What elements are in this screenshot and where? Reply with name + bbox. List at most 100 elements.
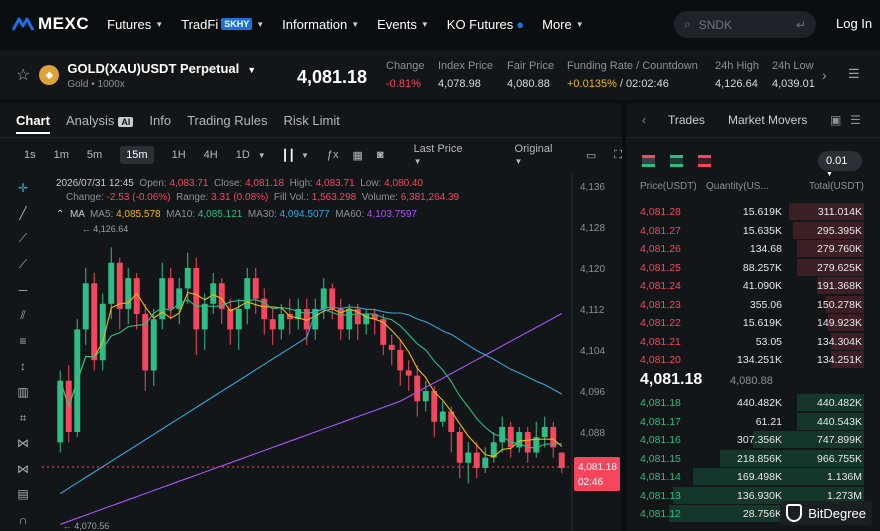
- candle-body: [227, 308, 234, 330]
- candle-body: [482, 457, 489, 468]
- precision-select[interactable]: 0.01 ▼: [818, 151, 862, 178]
- nav-item-ko-futures[interactable]: KO Futures ●: [447, 17, 524, 32]
- interval-4H[interactable]: 4H: [204, 149, 218, 161]
- ma-line-ma10: [59, 299, 562, 449]
- interval-15m[interactable]: 15m: [120, 146, 154, 164]
- ray-line-icon[interactable]: ⟋: [16, 231, 30, 245]
- search-icon: ⌕: [684, 17, 691, 31]
- collapse-icon[interactable]: ⌃: [56, 209, 64, 220]
- orderbook-row[interactable]: 4,081.20 134.251K 134.251K: [626, 351, 880, 369]
- vertical-arrow-icon[interactable]: ↕: [16, 359, 30, 373]
- mexc-logo[interactable]: MEXC: [12, 14, 89, 34]
- row-quantity: 134.68: [749, 243, 782, 255]
- interval-1s[interactable]: 1s: [24, 149, 36, 161]
- panel-icon[interactable]: ▭: [586, 149, 596, 162]
- crosshair-icon[interactable]: ✛: [16, 181, 30, 195]
- ruler-icon[interactable]: ▤: [16, 487, 30, 501]
- top-nav: MEXC Futures ▼ TradFi SKHY ▼ Information ▼ Even…: [0, 0, 880, 48]
- candlestick-chart[interactable]: 4,136 4,128 4,120 4,112 4,104 4,096 4,088 4,081…: [42, 173, 622, 531]
- view-both-icon[interactable]: [642, 155, 655, 167]
- row-quantity: 15.619K: [742, 206, 782, 218]
- interval-1D[interactable]: 1D: [236, 149, 250, 161]
- row-total: 311.014K: [817, 206, 862, 218]
- orderbook-index-price: 4,080.88: [730, 375, 773, 387]
- image-icon[interactable]: ▣: [830, 113, 841, 127]
- chevron-down-icon[interactable]: ▼: [258, 151, 266, 160]
- candle-body: [346, 308, 353, 330]
- stat-value-main: +0.0135%: [567, 78, 617, 90]
- candle-body: [252, 278, 259, 299]
- nav-item-information[interactable]: Information ▼: [282, 17, 359, 32]
- tab-market-movers[interactable]: Market Movers: [728, 113, 807, 127]
- gann-icon[interactable]: ⌗: [16, 411, 30, 425]
- bar-pattern-icon[interactable]: ▥: [16, 385, 30, 399]
- orderbook-row[interactable]: 4,081.18 440.482K 440.482K: [626, 394, 880, 412]
- tab-trading-rules[interactable]: Trading Rules: [187, 113, 267, 128]
- xabcd-icon[interactable]: ⋈: [16, 436, 30, 450]
- search-input[interactable]: ⌕ SNDK ↵: [674, 11, 816, 38]
- orderbook-row[interactable]: 4,081.14 169.498K 1.136M: [626, 468, 880, 486]
- mexc-logo-icon: [12, 17, 34, 31]
- view-asks-icon[interactable]: [698, 155, 711, 167]
- nav-item-tradfi[interactable]: TradFi SKHY ▼: [181, 17, 264, 32]
- nav-item-events[interactable]: Events ▼: [377, 17, 429, 32]
- row-quantity: 134.251K: [737, 354, 782, 366]
- parallel-channel-icon[interactable]: ⫽: [16, 308, 30, 322]
- settings-sliders-icon[interactable]: ☰: [848, 66, 860, 82]
- horizontal-line-icon[interactable]: ─: [16, 283, 30, 297]
- orderbook-row[interactable]: 4,081.15 218.856K 966.755K: [626, 449, 880, 468]
- nav-item-more[interactable]: More ▼: [542, 17, 584, 32]
- tab-analysis[interactable]: Analysis AI: [66, 113, 134, 128]
- price-type-select[interactable]: Last Price ▼: [400, 143, 477, 167]
- high-marker: ← 4,126.64: [82, 224, 129, 234]
- magnet-icon[interactable]: ∩: [16, 513, 30, 527]
- pair-selector[interactable]: GOLD(XAU)USDT Perpetual ▼ Gold • 1000x: [67, 61, 256, 90]
- orderbook-row[interactable]: 4,081.23 355.06 150.278K: [626, 295, 880, 314]
- camera-icon[interactable]: ◙: [377, 149, 384, 161]
- row-quantity: 15.619K: [742, 317, 782, 329]
- row-total: 191.368K: [817, 280, 862, 292]
- view-bids-icon[interactable]: [670, 155, 683, 167]
- orderbook-row[interactable]: 4,081.22 15.619K 149.923K: [626, 314, 880, 332]
- fib-icon[interactable]: ≡: [16, 334, 30, 348]
- candle-body: [516, 432, 523, 448]
- trend-line-icon[interactable]: ╱: [16, 206, 30, 220]
- orderbook-row[interactable]: 4,081.24 41.090K 191.368K: [626, 277, 880, 295]
- tab-risk-limit[interactable]: Risk Limit: [284, 113, 340, 128]
- indicator-icon[interactable]: ƒx: [327, 149, 339, 161]
- chevron-left-icon[interactable]: ‹: [642, 113, 646, 127]
- settings-sliders-icon[interactable]: ☰: [850, 113, 861, 127]
- fullscreen-icon[interactable]: ⛶: [614, 149, 622, 162]
- layout-icon[interactable]: ▦: [353, 149, 363, 162]
- chevron-right-icon[interactable]: ›: [822, 67, 827, 83]
- chevron-down-icon[interactable]: ▼: [301, 151, 309, 160]
- interval-1H[interactable]: 1H: [172, 149, 186, 161]
- candle-body: [278, 314, 285, 330]
- orderbook-row[interactable]: 4,081.27 15.635K 295.395K: [626, 221, 880, 240]
- tab-info[interactable]: Info: [149, 113, 171, 128]
- candle-body: [82, 283, 89, 330]
- orderbook-row[interactable]: 4,081.26 134.68 279.760K: [626, 240, 880, 258]
- view-select[interactable]: Original ▼: [501, 143, 568, 167]
- favorite-star-icon[interactable]: ☆: [16, 65, 30, 85]
- login-button[interactable]: Log In: [836, 16, 872, 31]
- row-price: 4,081.24: [640, 280, 681, 292]
- header-price: Price(USDT): [640, 181, 697, 192]
- candlestick-type-icon[interactable]: ┃┃: [282, 149, 295, 162]
- extended-line-icon[interactable]: ⟋: [16, 257, 30, 271]
- orderbook-row[interactable]: 4,081.25 88.257K 279.625K: [626, 258, 880, 277]
- tab-chart[interactable]: Chart: [16, 113, 50, 134]
- row-price: 4,081.12: [640, 508, 681, 520]
- orderbook-row[interactable]: 4,081.28 15.619K 311.014K: [626, 203, 880, 221]
- stat-value-main: 4,126.64: [715, 78, 758, 90]
- nav-item-futures[interactable]: Futures ▼: [107, 17, 163, 32]
- pair-name: GOLD(XAU)USDT Perpetual: [67, 60, 240, 76]
- interval-1m[interactable]: 1m: [54, 149, 69, 161]
- text-icon[interactable]: ⋈: [16, 462, 30, 476]
- orderbook-row[interactable]: 4,081.17 61.21 440.543K: [626, 412, 880, 431]
- orderbook-row[interactable]: 4,081.21 53.05 134.304K: [626, 332, 880, 351]
- orderbook-row[interactable]: 4,081.16 307.356K 747.899K: [626, 431, 880, 449]
- tab-trades[interactable]: Trades: [668, 113, 705, 127]
- interval-5m[interactable]: 5m: [87, 149, 102, 161]
- orderbook-panel: ‹ Trades Market Movers ▣ ☰ 0.01 ▼ Price(…: [626, 103, 880, 531]
